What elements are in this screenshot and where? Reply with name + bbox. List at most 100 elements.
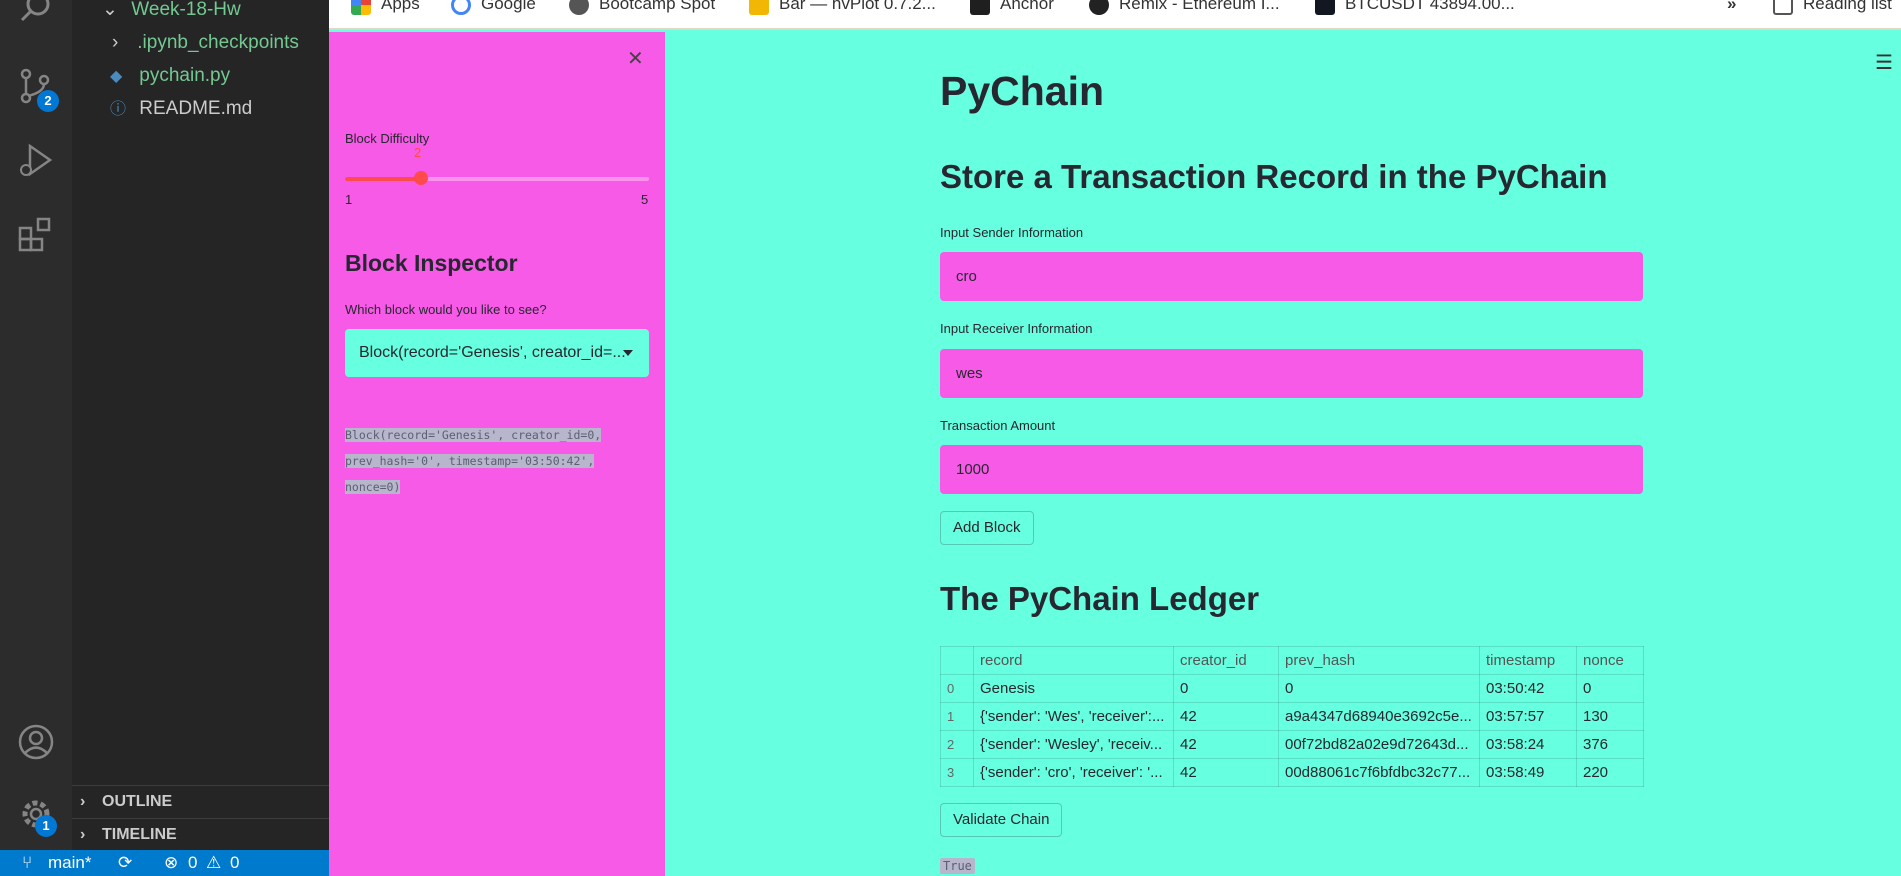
timeline-section[interactable]: › TIMELINE xyxy=(72,818,329,850)
block-select[interactable]: Block(record='Genesis', creator_id=... xyxy=(345,329,649,377)
column-header[interactable]: timestamp xyxy=(1479,646,1577,675)
folder-label: Week-18-Hw xyxy=(131,0,241,20)
apps-grid-icon xyxy=(351,0,371,15)
branch-icon: ⑂ xyxy=(22,853,33,872)
inspector-title: Block Inspector xyxy=(345,250,518,276)
cell-timestamp: 03:58:24 xyxy=(1479,730,1577,759)
table-row[interactable]: 2 {'sender': 'Wesley', 'receiv... 42 00f… xyxy=(940,730,1644,759)
cell-timestamp: 03:58:49 xyxy=(1479,758,1577,787)
bookmark-google[interactable]: Google xyxy=(451,0,536,16)
chevron-right-icon: › xyxy=(112,32,119,53)
bookmark-hvplot[interactable]: Bar — hvPlot 0.7.2... xyxy=(749,0,936,16)
receiver-label: Input Receiver Information xyxy=(940,321,1093,336)
bookmark-remix[interactable]: Remix - Ethereum I... xyxy=(1089,0,1280,16)
sender-input[interactable]: cro xyxy=(940,252,1643,301)
search-icon[interactable] xyxy=(16,0,56,30)
bookmark-label: Bootcamp Spot xyxy=(599,0,716,13)
bookmark-btcusdt[interactable]: BTCUSDT 43894.00... xyxy=(1315,0,1515,16)
validate-chain-button[interactable]: Validate Chain xyxy=(940,803,1063,837)
table-row[interactable]: 0 Genesis 0 0 03:50:42 0 xyxy=(940,674,1644,703)
bookmark-anchor[interactable]: Anchor xyxy=(970,0,1054,16)
error-icon: ⊗ xyxy=(164,853,179,872)
sender-label: Input Sender Information xyxy=(940,225,1084,240)
row-index: 3 xyxy=(940,758,974,787)
cell-timestamp: 03:50:42 xyxy=(1479,674,1577,703)
bookmark-label: BTCUSDT 43894.00... xyxy=(1345,0,1515,13)
chevron-right-icon: › xyxy=(80,826,86,843)
table-row[interactable]: 3 {'sender': 'cro', 'receiver': '... 42 … xyxy=(940,758,1644,787)
tradingview-icon xyxy=(1315,0,1335,15)
difficulty-slider[interactable]: 2 xyxy=(345,145,649,185)
row-index: 0 xyxy=(940,674,974,703)
form-title: Store a Transaction Record in the PyChai… xyxy=(940,158,1608,195)
google-icon xyxy=(451,0,471,15)
cell-creator-id: 0 xyxy=(1173,674,1279,703)
cell-prev-hash: 0 xyxy=(1278,674,1480,703)
cell-nonce: 130 xyxy=(1576,702,1644,731)
column-header[interactable]: record xyxy=(973,646,1174,675)
extensions-icon[interactable] xyxy=(16,214,56,254)
page-title: PyChain xyxy=(940,68,1105,114)
amount-input[interactable]: 1000 xyxy=(940,445,1643,494)
chevron-down-icon xyxy=(623,350,633,356)
bookmark-label: Remix - Ethereum I... xyxy=(1119,0,1280,13)
block-output-line: Block(record='Genesis', creator_id=0, xyxy=(345,428,602,442)
tree-item-ipynb-checkpoints[interactable]: › .ipynb_checkpoints xyxy=(112,30,299,56)
tree-item-pychain-py[interactable]: ◆ pychain.py xyxy=(110,63,230,89)
bookmarks-overflow-button[interactable]: » xyxy=(1727,0,1736,16)
bookmark-bootcamp-spot[interactable]: Bootcamp Spot xyxy=(569,0,715,16)
source-control-badge: 2 xyxy=(37,90,59,112)
ledger-title: The PyChain Ledger xyxy=(940,580,1260,617)
info-icon: ⓘ xyxy=(110,101,127,118)
inspector-prompt: Which block would you like to see? xyxy=(345,302,547,317)
slider-min: 1 xyxy=(345,192,353,207)
slider-thumb[interactable]: 2 xyxy=(414,145,428,185)
cell-creator-id: 42 xyxy=(1173,758,1279,787)
column-header[interactable]: creator_id xyxy=(1173,646,1279,675)
cell-prev-hash: 00f72bd82a02e9d72643d... xyxy=(1278,730,1480,759)
bookmark-label: Reading list xyxy=(1803,0,1892,13)
error-count[interactable]: 0 xyxy=(188,850,197,876)
warning-count[interactable]: 0 xyxy=(230,850,239,876)
add-block-button[interactable]: Add Block xyxy=(940,511,1034,545)
ledger-table: record creator_id prev_hash timestamp no… xyxy=(940,646,1644,787)
folder-week-18-hw[interactable]: ⌄ Week-18-Hw xyxy=(102,0,241,23)
explorer-panel: ⌄ Week-18-Hw › .ipynb_checkpoints ◆ pych… xyxy=(72,0,329,850)
account-icon[interactable] xyxy=(16,722,56,762)
branch-label[interactable]: main* xyxy=(48,850,91,876)
settings-badge: 1 xyxy=(35,815,57,837)
remix-icon xyxy=(1089,0,1109,15)
table-row[interactable]: 1 {'sender': 'Wes', 'receiver':... 42 a9… xyxy=(940,702,1644,731)
bookmark-label: Bar — hvPlot 0.7.2... xyxy=(779,0,936,13)
block-select-value: Block(record='Genesis', creator_id=... xyxy=(359,344,626,361)
run-debug-icon[interactable] xyxy=(16,140,56,180)
sync-icon[interactable]: ⟳ xyxy=(118,850,132,876)
column-header[interactable]: nonce xyxy=(1576,646,1644,675)
column-header[interactable]: prev_hash xyxy=(1278,646,1480,675)
outline-section[interactable]: › OUTLINE xyxy=(72,785,329,817)
streamlit-main: ☰ PyChain Store a Transaction Record in … xyxy=(665,32,1901,876)
reading-list[interactable]: Reading list xyxy=(1773,0,1892,16)
tree-item-label: README.md xyxy=(139,98,253,119)
close-icon[interactable]: ✕ xyxy=(627,46,644,71)
bookmark-label: Apps xyxy=(381,0,420,13)
cell-nonce: 0 xyxy=(1576,674,1644,703)
tree-item-label: pychain.py xyxy=(139,65,231,86)
tree-item-readme-md[interactable]: ⓘ README.md xyxy=(110,96,252,122)
python-file-icon: ◆ xyxy=(110,68,123,85)
status-bar: ⑂ main* ⟳ ⊗ 0 ⚠ 0 xyxy=(0,850,329,876)
bookmark-label: Google xyxy=(481,0,536,13)
anchor-icon xyxy=(970,0,990,15)
cell-nonce: 220 xyxy=(1576,758,1644,787)
index-header xyxy=(940,646,974,675)
chevron-down-icon: ⌄ xyxy=(102,0,118,20)
row-index: 2 xyxy=(940,730,974,759)
slider-value: 2 xyxy=(414,145,422,160)
block-output: Block(record='Genesis', creator_id=0, pr… xyxy=(345,422,649,500)
bookmark-apps[interactable]: Apps xyxy=(351,0,420,16)
cell-record: Genesis xyxy=(973,674,1174,703)
row-index: 1 xyxy=(940,702,974,731)
bookmarks-bar: Apps Google Bootcamp Spot Bar — hvPlot 0… xyxy=(329,0,1901,30)
hamburger-menu-icon[interactable]: ☰ xyxy=(1875,50,1893,75)
receiver-input[interactable]: wes xyxy=(940,349,1643,398)
